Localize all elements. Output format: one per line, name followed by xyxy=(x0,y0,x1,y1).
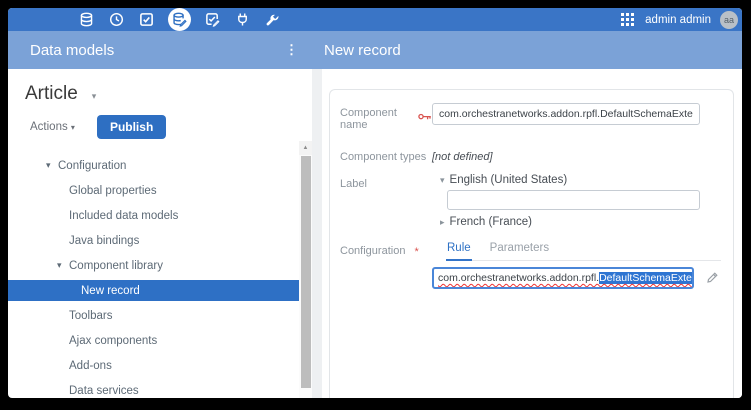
user-name[interactable]: admin admin xyxy=(645,14,711,26)
caret-down-icon: ▾ xyxy=(71,123,75,132)
model-tree: ▾ Configuration Global properties Includ… xyxy=(8,153,312,398)
right-panel-title: New record xyxy=(324,42,401,59)
dataset-title-row[interactable]: Article ▾ xyxy=(25,83,312,105)
panel-headers: Data models ⋮ New record xyxy=(8,31,742,69)
tree-item-java-bindings[interactable]: Java bindings xyxy=(8,228,312,253)
label-row: Label ▾ English (United States) ▸ French… xyxy=(340,174,723,228)
sidebar-scrollbar[interactable]: ▲ xyxy=(299,141,312,398)
configuration-row: Configuration * Rule Parameters com.orch… xyxy=(340,240,723,289)
configuration-editor: Rule Parameters com.orchestranetworks.ad… xyxy=(432,240,721,289)
component-types-row: Component types [not defined] xyxy=(340,147,723,163)
component-name-label: Component name xyxy=(340,103,432,131)
dataset-title: Article xyxy=(25,83,78,105)
locale-english-toggle[interactable]: ▾ English (United States) xyxy=(440,174,700,186)
tab-parameters[interactable]: Parameters xyxy=(489,240,550,260)
kebab-menu-icon[interactable]: ⋮ xyxy=(285,42,298,58)
tree-item-ajax-components[interactable]: Ajax components xyxy=(8,328,312,353)
main-panel: Component name Component types xyxy=(322,69,742,398)
component-name-input[interactable] xyxy=(432,103,700,125)
required-indicator: * xyxy=(414,244,418,258)
sidebar: Article ▾ Actions ▾ Publish ▾ Configurat… xyxy=(8,69,312,398)
top-bar: admin admin aa xyxy=(8,8,742,31)
configuration-label: Configuration * xyxy=(340,240,432,258)
tree-item-toolbars[interactable]: Toolbars xyxy=(8,303,312,328)
tab-rule[interactable]: Rule xyxy=(446,240,472,261)
label-english-input[interactable] xyxy=(447,190,700,210)
rule-value-prefix: com.orchestranetworks.addon.rpfl. xyxy=(438,272,599,284)
scrollbar-thumb[interactable] xyxy=(301,156,311,388)
tree-item-data-services[interactable]: Data services xyxy=(8,378,312,398)
panel-divider xyxy=(312,69,322,398)
actions-dropdown[interactable]: Actions ▾ xyxy=(30,121,75,133)
topbar-user-area: admin admin aa xyxy=(619,11,738,29)
clock-icon[interactable] xyxy=(108,11,125,28)
tasks-icon[interactable] xyxy=(138,11,155,28)
component-types-value: [not defined] xyxy=(432,147,493,163)
left-panel-title: Data models xyxy=(30,42,114,59)
tree-item-component-library[interactable]: ▾ Component library xyxy=(8,253,312,278)
caret-down-icon: ▾ xyxy=(440,175,445,186)
label-field-label: Label xyxy=(340,174,432,190)
content-area: Article ▾ Actions ▾ Publish ▾ Configurat… xyxy=(8,69,742,398)
caret-down-icon[interactable]: ▾ xyxy=(46,160,58,171)
tree-item-global-properties[interactable]: Global properties xyxy=(8,178,312,203)
right-panel-header: New record xyxy=(312,42,742,59)
tree-item-configuration[interactable]: ▾ Configuration xyxy=(8,153,312,178)
workflow-edit-icon[interactable] xyxy=(204,11,221,28)
tree-item-new-record-selected[interactable]: New record xyxy=(8,280,299,301)
component-types-label: Component types xyxy=(340,147,432,163)
app-window: admin admin aa Data models ⋮ New record … xyxy=(8,8,742,398)
tree-item-add-ons[interactable]: Add-ons xyxy=(8,353,312,378)
caret-down-icon[interactable]: ▾ xyxy=(57,260,69,271)
configuration-tabs: Rule Parameters xyxy=(446,240,721,261)
wrench-icon[interactable] xyxy=(264,11,281,28)
database-icon[interactable] xyxy=(78,11,95,28)
publish-button[interactable]: Publish xyxy=(97,115,166,139)
actions-row: Actions ▾ Publish xyxy=(30,115,312,139)
left-panel-header: Data models ⋮ xyxy=(8,42,312,59)
rule-input-focused[interactable]: com.orchestranetworks.addon.rpfl.Default… xyxy=(432,267,694,289)
record-form-card: Component name Component types xyxy=(329,89,734,398)
module-icons xyxy=(78,8,281,31)
plug-icon[interactable] xyxy=(234,11,251,28)
tree-item-included-data-models[interactable]: Included data models xyxy=(8,203,312,228)
user-avatar[interactable]: aa xyxy=(720,11,738,29)
scroll-up-icon[interactable]: ▲ xyxy=(299,141,312,155)
component-name-row: Component name xyxy=(340,103,723,131)
apps-grid-icon[interactable] xyxy=(619,11,636,28)
primary-key-icon xyxy=(418,113,432,125)
data-models-icon-active[interactable] xyxy=(168,8,191,31)
edit-icon[interactable] xyxy=(706,272,718,284)
rule-input-line: com.orchestranetworks.addon.rpfl.Default… xyxy=(432,267,721,289)
locale-french-toggle[interactable]: ▸ French (France) xyxy=(440,216,700,228)
label-locales: ▾ English (United States) ▸ French (Fran… xyxy=(432,174,700,228)
caret-right-icon: ▸ xyxy=(440,217,445,228)
caret-down-icon[interactable]: ▾ xyxy=(92,91,97,102)
rule-value-selected-text: DefaultSchemaExtension xyxy=(599,272,694,284)
